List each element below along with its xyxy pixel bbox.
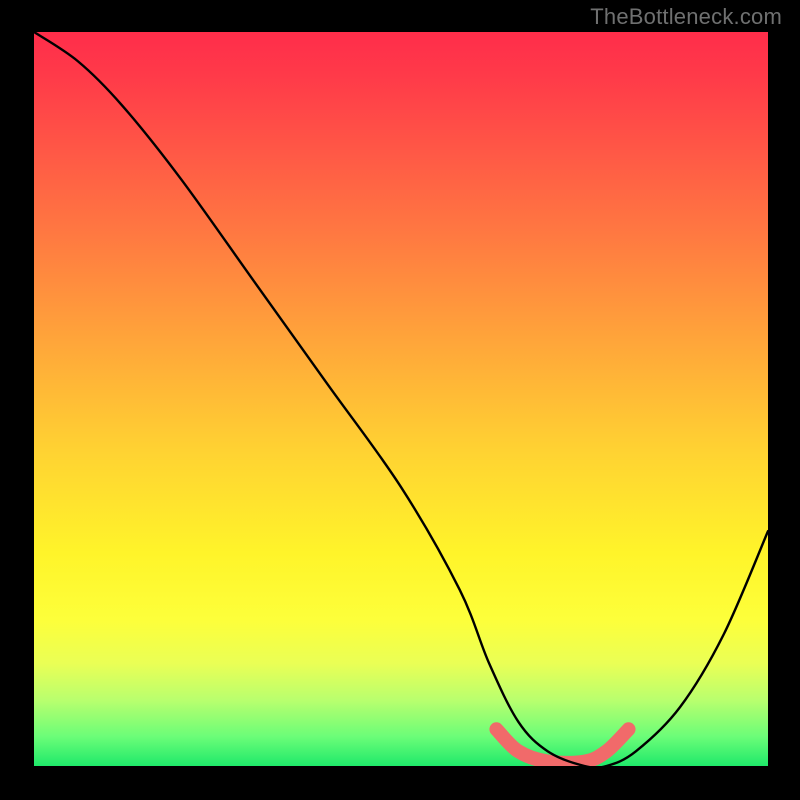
chart-svg: [34, 32, 768, 766]
chart-frame: TheBottleneck.com: [0, 0, 800, 800]
bottleneck-curve: [34, 32, 768, 766]
attribution-text: TheBottleneck.com: [590, 4, 782, 30]
plot-area: [34, 32, 768, 766]
